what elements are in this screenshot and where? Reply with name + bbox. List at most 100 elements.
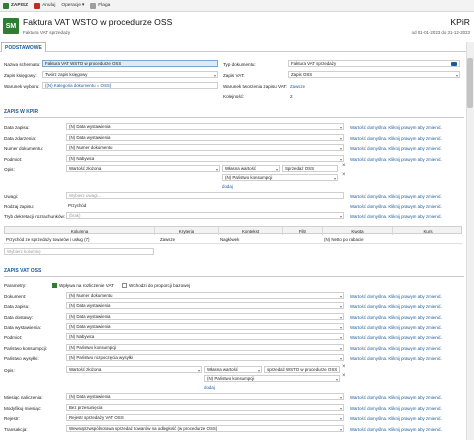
- chevron-down-icon: ▾: [339, 294, 342, 299]
- chevron-down-icon: ▾: [339, 156, 342, 162]
- chevron-down-icon: ▾: [197, 368, 200, 373]
- field-select[interactable]: (N) Numer dokumentu ▾: [66, 144, 344, 151]
- vat-section-title: ZAPIS VAT OSS: [4, 268, 42, 274]
- kpir-default-hint[interactable]: Wartość domyślna. Kliknij prawym aby zmi…: [350, 214, 442, 219]
- kpir-mode-select[interactable]: (brak) ▾: [66, 212, 344, 219]
- default-value-hint[interactable]: Wartość domyślna. Kliknij prawym aby zmi…: [350, 356, 442, 361]
- default-value-hint[interactable]: Wartość domyślna. Kliknij prawym aby zmi…: [350, 304, 442, 309]
- default-value-hint[interactable]: Wartość domyślna. Kliknij prawym aby zmi…: [350, 315, 442, 320]
- field-label: Transakcja:: [4, 426, 28, 432]
- default-value-hint[interactable]: Wartość domyślna. Kliknij prawym aby zmi…: [350, 346, 442, 351]
- field-select[interactable]: (N) Data wystawienia ▾: [66, 123, 344, 130]
- schema-name-input[interactable]: Faktura VAT WSTO w procedurze OSS: [42, 60, 218, 67]
- default-value-hint[interactable]: Wartość domyślna. Kliknij prawym aby zmi…: [350, 325, 442, 330]
- vat-param-settlement[interactable]: Wpływa na rozliczenie VAT: [52, 283, 114, 289]
- close-icon[interactable]: ×: [342, 172, 346, 178]
- field-value: (N) Nabywca: [69, 334, 95, 340]
- column-header[interactable]: Kryteria: [155, 227, 219, 235]
- doc-type-value: Faktura VAT sprzedaży: [291, 61, 337, 66]
- field-label: Modyfikuj miesiąc:: [4, 405, 42, 411]
- condition-link[interactable]: {(N) Kategoria dokumentu = OSS}: [45, 83, 111, 88]
- kpir-desc-type[interactable]: Wartość złożona ▾: [66, 165, 220, 172]
- chevron-down-icon: ▾: [455, 73, 458, 78]
- field-select[interactable]: (N) Nabywca ▾: [66, 333, 344, 341]
- operations-button[interactable]: Operacje ▾: [61, 3, 84, 8]
- column-header[interactable]: Kontekst: [219, 227, 283, 235]
- field-value: (N) Data wystawienia: [69, 134, 111, 140]
- field-label: Podmiot:: [4, 156, 23, 162]
- default-value-hint[interactable]: Wartość domyślna. Kliknij prawym aby zmi…: [350, 427, 442, 432]
- flags-label: Flaga: [98, 3, 111, 8]
- field-label: Podmiot:: [4, 335, 23, 341]
- field-select[interactable]: (N) Data wystawienia ▾: [66, 133, 344, 141]
- cancel-button[interactable]: Anuluj: [34, 2, 55, 9]
- column-header[interactable]: Filtr: [283, 227, 323, 235]
- field-label: Państwo wysyłki:: [4, 355, 39, 361]
- close-icon[interactable]: ×: [342, 163, 346, 169]
- default-value-hint[interactable]: Wartość domyślna. Kliknij prawym aby zmi…: [350, 395, 442, 400]
- field-select[interactable]: Wewnątrzwspólnotowa sprzedaż towarów na …: [66, 424, 344, 432]
- field-select[interactable]: Bez przesunięcia ▾: [66, 403, 344, 411]
- condition-field[interactable]: {(N) Kategoria dokumentu = OSS}: [42, 82, 218, 89]
- column-header[interactable]: Kwota: [323, 227, 393, 235]
- kpir-desc-country[interactable]: (N) Państwo konsumpcji ▾: [222, 174, 338, 181]
- vat-desc-country[interactable]: (N) Państwo konsumpcji ▾: [204, 375, 340, 382]
- field-select[interactable]: (N) Państwo rozpoczęcia wysyłki ▾: [66, 353, 344, 361]
- vat-add-link[interactable]: dodaj: [204, 385, 215, 390]
- default-value-hint[interactable]: Wartość domyślna. Kliknij prawym aby zmi…: [350, 157, 442, 162]
- default-value-hint[interactable]: Wartość domyślna. Kliknij prawym aby zmi…: [350, 406, 442, 411]
- column-header[interactable]: Kurs: [393, 227, 463, 235]
- default-value-hint[interactable]: Wartość domyślna. Kliknij prawym aby zmi…: [350, 136, 442, 141]
- vat-desc-own[interactable]: Własna wartość ▾: [204, 366, 262, 373]
- close-icon[interactable]: ×: [342, 364, 346, 370]
- vat-params-label: Parametry:: [4, 283, 27, 288]
- default-value-hint[interactable]: Wartość domyślna. Kliknij prawym aby zmi…: [350, 335, 442, 340]
- kpir-desc-own-value: Własna wartość: [225, 166, 256, 171]
- field-select[interactable]: (N) Nabywca ▾: [66, 154, 344, 162]
- checkbox-icon[interactable]: [122, 283, 127, 289]
- kpir-add-link[interactable]: dodaj: [222, 184, 233, 189]
- vat-param-proportion[interactable]: Wchodzi do proporcji bazowej: [122, 283, 190, 289]
- divider: [4, 117, 464, 118]
- doc-type-select[interactable]: Faktura VAT sprzedaży: [288, 60, 460, 67]
- field-select[interactable]: (N) Data wystawienia ▾: [66, 312, 344, 320]
- kpir-default-hint[interactable]: Wartość domyślna. Kliknij prawym aby zmi…: [350, 194, 442, 199]
- default-value-hint[interactable]: Wartość domyślna. Kliknij prawym aby zmi…: [350, 294, 442, 299]
- default-value-hint[interactable]: Wartość domyślna. Kliknij prawym aby zmi…: [350, 125, 442, 130]
- field-select[interactable]: Rejestr sprzedaży VAT OSS ▾: [66, 414, 344, 422]
- field-select[interactable]: (N) Data wystawienia ▾: [66, 302, 344, 310]
- default-value-hint[interactable]: Wartość domyślna. Kliknij prawym aby zmi…: [350, 146, 442, 151]
- chevron-down-icon: ▾: [339, 395, 342, 400]
- vat-condition-link[interactable]: Zawsze: [290, 84, 305, 89]
- close-icon[interactable]: ×: [342, 373, 346, 379]
- kpir-table-add-input[interactable]: Wybierz kolumnę: [4, 248, 154, 255]
- booking-rule-select[interactable]: Twórz zapis księgowy ▾: [42, 71, 218, 78]
- field-label: Data zapisu:: [4, 125, 30, 130]
- field-select[interactable]: (N) Numer dokumentu ▾: [66, 292, 344, 299]
- field-value: Rejestr sprzedaży VAT OSS: [69, 415, 124, 421]
- vat-desc-text[interactable]: sprzedaż WSTO w procedurze OSS: [264, 366, 340, 373]
- kpir-default-hint[interactable]: Wartość domyślna. Kliknij prawym aby zmi…: [350, 204, 442, 209]
- field-select[interactable]: (N) Data wystawienia ▾: [66, 322, 344, 330]
- column-header[interactable]: Kolumna: [5, 227, 155, 235]
- default-value-hint[interactable]: Wartość domyślna. Kliknij prawym aby zmi…: [350, 416, 442, 421]
- flags-button[interactable]: Flaga: [90, 2, 111, 9]
- vat-desc-type[interactable]: Wartość złożona ▾: [66, 366, 202, 373]
- close-icon: [34, 2, 41, 9]
- scrollbar-thumb[interactable]: [467, 58, 473, 108]
- kpir-desc-own[interactable]: Własna wartość ▾: [222, 165, 280, 172]
- kpir-notes-input[interactable]: Wybierz uwagi...: [66, 192, 344, 199]
- kpir-desc-label: Opis:: [4, 167, 15, 172]
- field-select[interactable]: (N) Data wystawienia ▾: [66, 393, 344, 400]
- vat-desc-country-value: (N) Państwo konsumpcji: [207, 376, 255, 381]
- field-label: Data zapisu:: [4, 304, 30, 310]
- kpir-desc-text[interactable]: Sprzedaż OSS: [282, 165, 338, 172]
- vat-entry-select[interactable]: Zapis OSS ▾: [288, 71, 460, 78]
- field-select[interactable]: (N) Państwo konsumpcji ▾: [66, 343, 344, 351]
- chevron-down-icon: ▾: [339, 135, 342, 141]
- tab-basic[interactable]: PODSTAWOWE: [1, 42, 46, 52]
- table-row[interactable]: Przychód ze sprzedaży towarów i usług (7…: [4, 236, 462, 244]
- checkbox-checked-icon[interactable]: [52, 283, 57, 289]
- save-button[interactable]: ZAPISZ: [3, 2, 28, 9]
- kpir-notes-placeholder: Wybierz uwagi...: [69, 193, 102, 198]
